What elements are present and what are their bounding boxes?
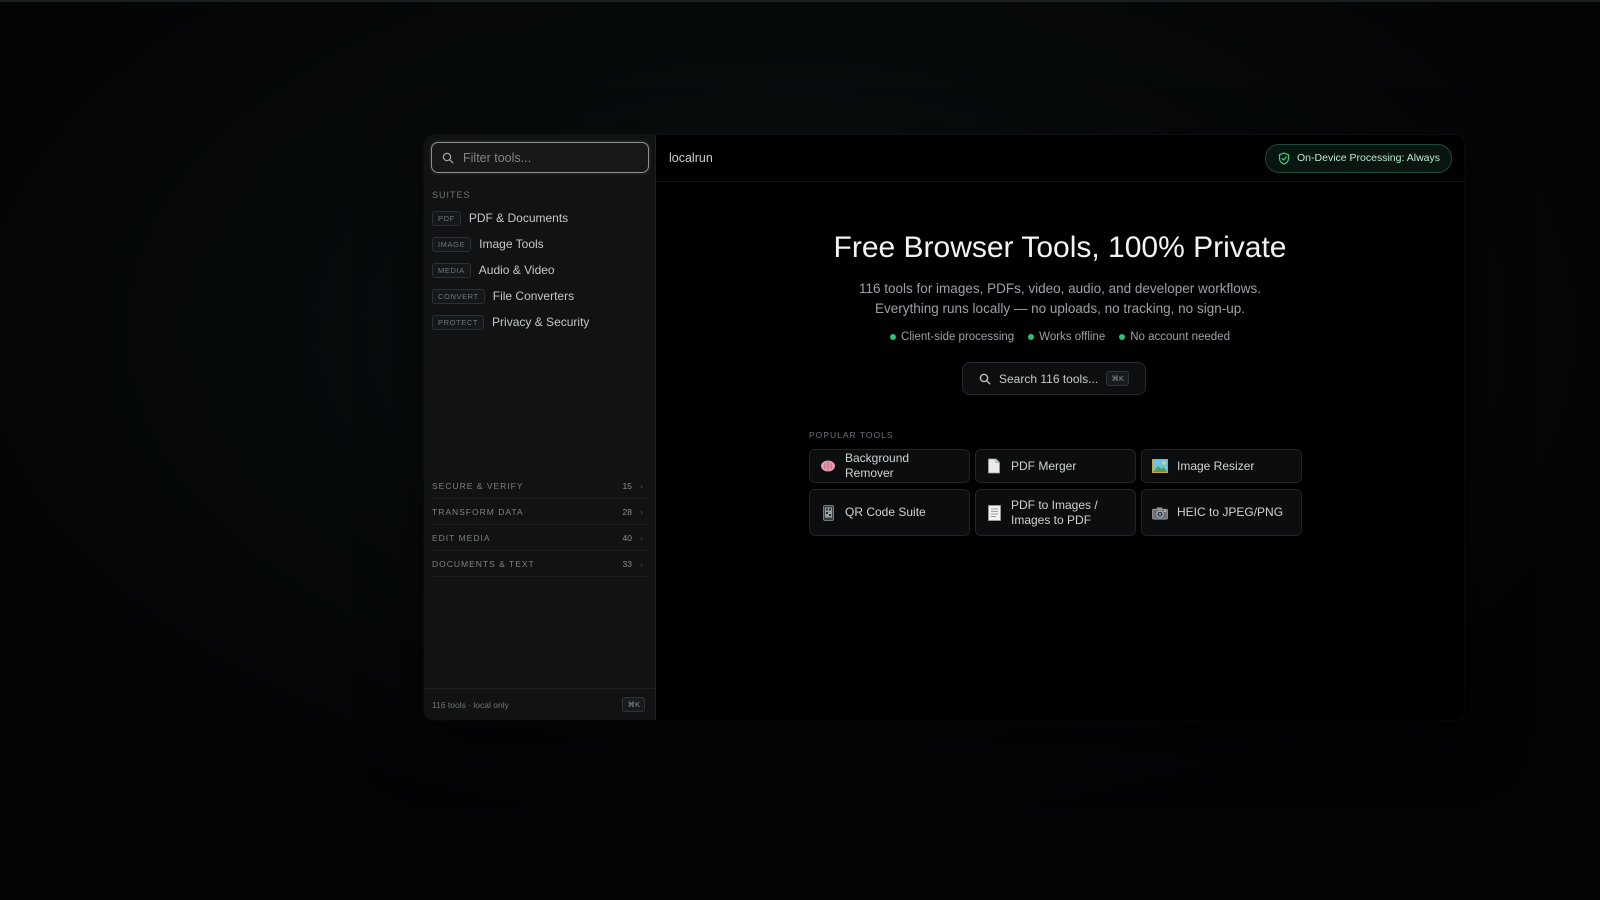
feature-list: Client-side processing Works offline No … [656,331,1464,343]
feature-item: Client-side processing [890,331,1014,343]
suite-label: Image Tools [479,237,544,251]
category-edit-media[interactable]: EDIT MEDIA 40 › [432,525,648,551]
shield-check-icon [1278,151,1290,165]
hero-subtitle: 116 tools for images, PDFs, video, audio… [656,279,1464,319]
category-label: SECURE & VERIFY [432,480,524,491]
search-icon [442,152,454,163]
suite-list: PDF PDF & Documents IMAGE Image Tools ME… [432,205,648,335]
suite-item-pdf[interactable]: PDF PDF & Documents [432,205,648,231]
tool-card-background-remover[interactable]: Background Remover [809,449,970,483]
suite-item-image[interactable]: IMAGE Image Tools [432,231,648,257]
page-icon [986,504,1002,521]
chevron-right-icon: › [640,480,643,491]
suite-tag: IMAGE [432,236,472,252]
suite-label: File Converters [492,289,575,303]
tool-label: Image Resizer [1177,458,1255,473]
feature-label: No account needed [1130,331,1230,343]
category-list: SECURE & VERIFY 15 › TRANSFORM DATA 28 ›… [432,473,648,577]
tool-count-status: 116 tools · local only [432,699,509,710]
shortcut-hint: ⌘K [1106,371,1129,386]
tool-label: PDF Merger [1011,458,1077,473]
phone-icon [820,504,836,521]
hero-subtitle-line: Everything runs locally — no uploads, no… [875,301,1245,316]
tool-card-image-resizer[interactable]: Image Resizer [1141,449,1302,483]
feature-item: Works offline [1028,331,1105,343]
suite-tag: MEDIA [432,262,471,278]
main-content: localrun On-Device Processing: Always Fr… [656,135,1464,720]
category-label: EDIT MEDIA [432,532,491,543]
filter-field[interactable] [431,142,649,173]
tool-label: PDF to Images / Images to PDF [1011,497,1098,527]
suite-label: Audio & Video [478,263,555,277]
shortcut-hint[interactable]: ⌘K [622,697,645,712]
tool-card-heic-converter[interactable]: HEIC to JPEG/PNG [1141,489,1302,536]
category-count: 40 [622,532,632,543]
category-count: 33 [622,558,632,569]
suite-item-protect[interactable]: PROTECT Privacy & Security [432,309,648,335]
tool-card-pdf-merger[interactable]: PDF Merger [975,449,1136,483]
hero-subtitle-line: 116 tools for images, PDFs, video, audio… [859,281,1261,296]
category-transform-data[interactable]: TRANSFORM DATA 28 › [432,499,648,525]
top-bar: localrun On-Device Processing: Always [656,135,1464,182]
green-dot-icon [1119,334,1126,340]
category-label: DOCUMENTS & TEXT [432,558,535,569]
feature-label: Works offline [1039,331,1106,343]
picture-icon [1152,458,1168,474]
suite-item-media[interactable]: MEDIA Audio & Video [432,257,648,283]
search-tools-label: Search 116 tools... [999,371,1099,386]
app-window: SUITES PDF PDF & Documents IMAGE Image T… [424,135,1464,720]
tool-card-qr-code-suite[interactable]: QR Code Suite [809,489,970,536]
chevron-right-icon: › [640,558,643,569]
hero-title: Free Browser Tools, 100% Private [833,231,1287,264]
suite-tag: PDF [432,210,461,226]
suite-tag: CONVERT [432,288,485,304]
suite-label: PDF & Documents [468,211,569,225]
tool-card-pdf-to-images[interactable]: PDF to Images / Images to PDF [975,489,1136,536]
popular-tools-heading: POPULAR TOOLS [809,430,894,440]
privacy-badge: On-Device Processing: Always [1265,143,1452,173]
category-count: 28 [622,506,632,517]
category-label: TRANSFORM DATA [432,506,524,517]
suite-item-convert[interactable]: CONVERT File Converters [432,283,648,309]
category-documents-text[interactable]: DOCUMENTS & TEXT 33 › [432,551,648,577]
chevron-right-icon: › [640,506,643,517]
green-dot-icon [890,334,897,340]
document-icon [986,458,1002,474]
popular-tools-grid: Background Remover PDF Merger Image Resi… [809,449,1303,536]
green-dot-icon [1028,334,1035,340]
brain-icon [820,458,836,474]
window-top-edge [0,0,1600,2]
suites-heading: SUITES [432,190,471,200]
category-count: 15 [622,480,632,491]
filter-input[interactable] [461,149,645,166]
tool-label: HEIC to JPEG/PNG [1177,505,1284,519]
search-icon [979,373,991,384]
feature-label: Client-side processing [901,331,1015,343]
suite-label: Privacy & Security [492,315,590,329]
camera-icon [1152,505,1168,521]
sidebar-footer: 116 tools · local only ⌘K [424,688,655,720]
chevron-right-icon: › [640,532,643,543]
tool-label: QR Code Suite [845,505,926,519]
suite-tag: PROTECT [432,314,485,330]
search-tools-button[interactable]: Search 116 tools... ⌘K [962,362,1146,395]
sidebar: SUITES PDF PDF & Documents IMAGE Image T… [424,135,656,720]
tool-label: Background Remover [845,451,910,480]
feature-item: No account needed [1119,331,1230,343]
category-secure-verify[interactable]: SECURE & VERIFY 15 › [432,473,648,499]
brand-name[interactable]: localrun [669,151,1265,165]
privacy-badge-label: On-Device Processing: Always [1297,152,1440,164]
